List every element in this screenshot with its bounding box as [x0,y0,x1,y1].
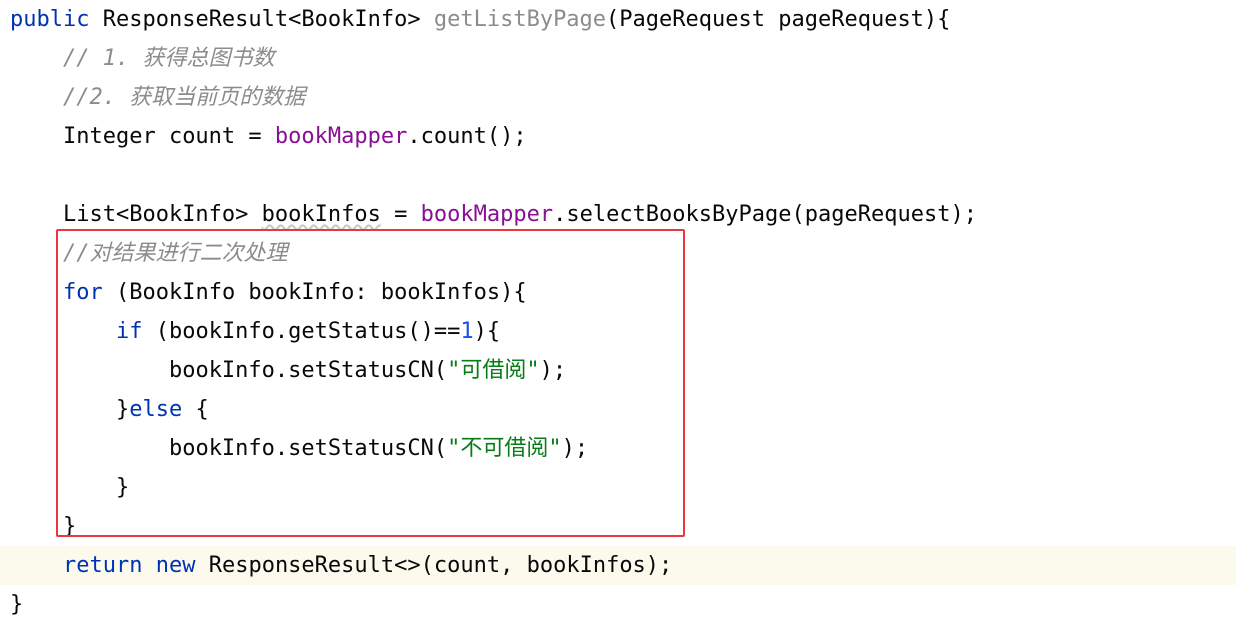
code-line[interactable]: Integer count = bookMapper.count(); [0,117,1236,156]
code-token: bookMapper [420,202,554,227]
code-token: // 1. 获得总图书数 [62,46,275,71]
code-token: { [182,397,209,422]
code-token: (PageRequest pageRequest){ [606,7,951,32]
code-token: bookInfo.setStatusCN( [168,358,448,383]
code-line[interactable]: for (BookInfo bookInfo: bookInfos){ [0,273,1236,312]
code-token: getListByPage [433,7,607,32]
code-line[interactable]: } [0,507,1236,546]
code-token: } [115,475,130,500]
code-token: = [380,202,421,227]
code-token: ); [561,436,589,461]
code-line[interactable]: List<BookInfo> bookInfos = bookMapper.se… [0,195,1236,234]
code-token: "不可借阅" [447,436,562,461]
code-token: (BookInfo bookInfo: bookInfos){ [102,280,527,305]
code-token: } [115,397,130,422]
code-token: ); [539,358,567,383]
code-token: bookInfos [261,202,381,227]
code-line[interactable]: //对结果进行二次处理 [0,234,1236,273]
code-token: bookMapper [274,124,408,149]
code-token: List<BookInfo> [62,202,262,227]
code-line[interactable]: //2. 获取当前页的数据 [0,78,1236,117]
code-token: } [10,592,24,617]
code-token: } [62,514,77,539]
code-token: (bookInfo.getStatus()== [142,319,461,344]
code-line[interactable]: bookInfo.setStatusCN("可借阅"); [0,351,1236,390]
code-token: bookInfo.setStatusCN( [168,436,448,461]
code-editor[interactable]: public ResponseResult<BookInfo> getListB… [0,0,1236,639]
code-token: ){ [473,319,501,344]
code-token: ResponseResult<BookInfo> [89,7,434,32]
code-token: if [115,319,143,344]
code-token: .selectBooksByPage(pageRequest); [553,202,977,227]
code-line[interactable]: return new ResponseResult<>(count, bookI… [0,546,1236,585]
code-token: new [155,553,196,578]
code-line[interactable]: if (bookInfo.getStatus()==1){ [0,312,1236,351]
code-token: else [129,397,183,422]
code-line[interactable]: bookInfo.setStatusCN("不可借阅"); [0,429,1236,468]
code-token: 1 [460,319,474,344]
code-token: for [62,280,103,305]
code-token: public [10,7,90,32]
code-line[interactable]: // 1. 获得总图书数 [0,39,1236,78]
code-token: Integer count = [62,124,275,149]
code-token: return [62,553,143,578]
code-line[interactable] [0,156,1236,195]
code-token: //2. 获取当前页的数据 [62,85,306,110]
code-line[interactable]: }else { [0,390,1236,429]
code-token: //对结果进行二次处理 [62,241,288,266]
code-line[interactable]: public ResponseResult<BookInfo> getListB… [0,0,1236,39]
code-token: ResponseResult<>(count, bookInfos); [195,553,673,578]
code-token: .count(); [407,124,527,149]
code-token: "可借阅" [447,358,540,383]
code-line[interactable]: } [0,468,1236,507]
code-line[interactable]: } [0,585,1236,624]
